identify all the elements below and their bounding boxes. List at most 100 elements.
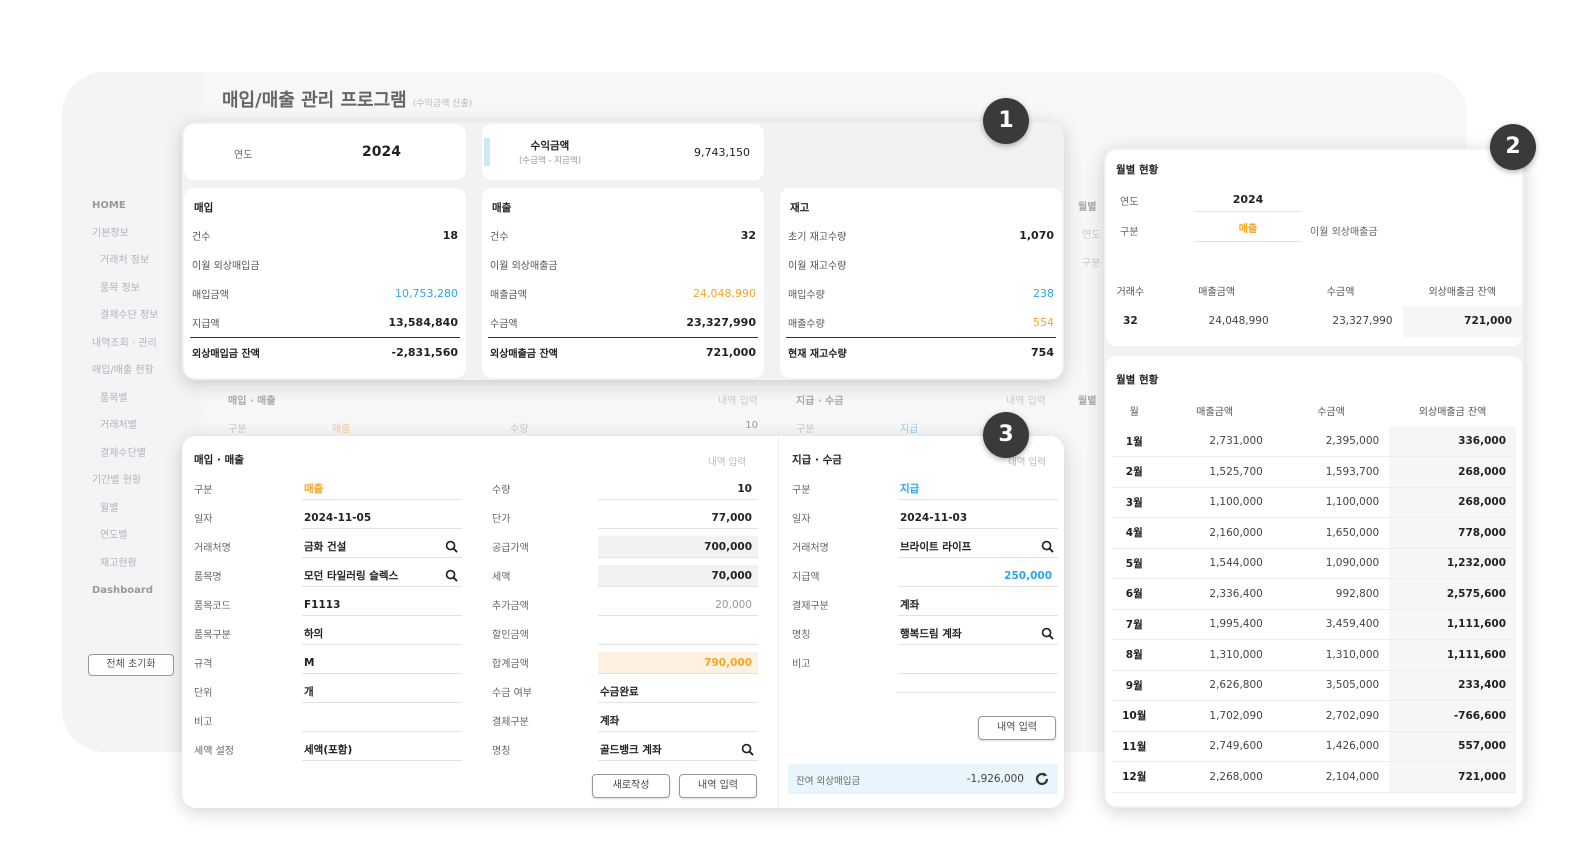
field-value[interactable]: 브라이트 라이프 [898, 536, 1058, 558]
field-value[interactable]: 2024-11-03 [898, 507, 1058, 529]
stock-row: 초기 재고수량 1,070 [780, 221, 1062, 250]
ghost-tx-kind-label: 구분 [228, 424, 247, 435]
field-value[interactable]: 계좌 [898, 594, 1058, 616]
field-value[interactable]: 250,000 [898, 565, 1058, 587]
table-cell: 4월 [1112, 517, 1157, 549]
field-label: 공급가액 [492, 543, 529, 554]
field-value[interactable]: 70,000 [598, 564, 758, 587]
search-icon[interactable] [1041, 540, 1054, 553]
field-label: 품목명 [194, 572, 222, 583]
sidebar-item[interactable]: 결제수단 정보 [92, 310, 192, 338]
ghost-transaction-header: 매입 · 매출 내역 입력 구분 매출 수량 10 [228, 392, 758, 435]
ghost-tx-qty: 10 [745, 420, 758, 431]
table-row: 1월 2,731,000 2,395,000 336,000 [1112, 426, 1516, 457]
panel-divider [778, 436, 779, 808]
ghost-tx-title: 매입 · 매출 [228, 396, 276, 407]
sidebar-item[interactable]: Dashboard [92, 585, 192, 613]
payment-field: 명칭 행복드림 계좌 [792, 619, 1058, 648]
search-icon[interactable] [445, 569, 458, 582]
purchase-row-value: 13,584,840 [388, 316, 458, 329]
field-value[interactable]: M [302, 652, 462, 674]
field-value[interactable]: 790,000 [598, 651, 758, 674]
purchase-row-label: 건수 [192, 232, 211, 243]
sidebar-item[interactable]: 기본정보 [92, 228, 192, 256]
table-cell: 992,800 [1272, 578, 1390, 610]
table-cell: 1,100,000 [1156, 487, 1273, 518]
field-value[interactable]: 금화 건설 [302, 536, 462, 558]
search-icon[interactable] [445, 540, 458, 553]
sidebar-item[interactable]: 품목별 [92, 393, 192, 421]
year-card: 연도 2024 [184, 124, 466, 180]
payment-field: 지급액 250,000 [792, 561, 1058, 590]
table-cell: 1,525,700 [1156, 456, 1273, 488]
sidebar-item[interactable]: 기간별 현황 [92, 475, 192, 503]
field-value[interactable]: 계좌 [598, 710, 758, 732]
field-label: 규격 [194, 659, 213, 670]
field-value[interactable]: 수금완료 [598, 681, 758, 703]
purchase-row-label: 지급액 [192, 319, 220, 330]
sales-row-value: 23,327,990 [686, 316, 756, 329]
transaction-submit-button[interactable]: 내역 입력 [679, 774, 757, 798]
field-value[interactable] [898, 652, 1058, 674]
payment-field: 결제구분 계좌 [792, 590, 1058, 619]
sales-card: 매출 건수 32 이월 외상매출금 매출금액 24,048,990 수금액 23,327,99… [482, 188, 764, 378]
field-value[interactable] [598, 623, 758, 645]
transaction-field: 규격 M [194, 648, 462, 677]
field-value[interactable]: 10 [598, 478, 758, 500]
ghost-tx-link: 내역 입력 [718, 396, 758, 407]
refresh-icon[interactable] [1034, 771, 1050, 787]
field-value[interactable]: 하의 [302, 623, 462, 645]
entry-panel: 매입 · 매출 내역 입력 구분 매출 일자 2024-11-05 거래처명 금화 건설 품… [182, 436, 1064, 808]
purchase-total-label: 외상매입금 잔액 [192, 348, 260, 360]
table-cell: 1,100,000 [1272, 487, 1390, 518]
table-cell: 2,160,000 [1156, 517, 1273, 549]
transaction-field: 세액 70,000 [492, 561, 758, 590]
transaction-title: 매입 · 매출 [194, 454, 244, 466]
field-value[interactable]: 매출 [302, 478, 462, 500]
field-value[interactable]: 개 [302, 681, 462, 703]
field-value[interactable]: 지급 [898, 478, 1058, 500]
year-label: 연도 [234, 150, 253, 161]
monthly-kind-value[interactable]: 매출 [1194, 218, 1302, 242]
sidebar-item[interactable]: 내역조회 · 관리 [92, 338, 192, 366]
sidebar-item[interactable]: 거래처 정보 [92, 255, 192, 283]
field-value[interactable]: 골드뱅크 계좌 [598, 739, 758, 761]
field-value[interactable]: 2024-11-05 [302, 507, 462, 529]
monthly-year-label: 연도 [1120, 197, 1139, 208]
field-value[interactable]: 행복드림 계좌 [898, 623, 1058, 645]
table-cell: -766,600 [1389, 700, 1516, 732]
field-label: 합계금액 [492, 659, 529, 670]
field-value[interactable]: 세액(포함) [302, 739, 462, 761]
badge-1: 1 [983, 98, 1029, 144]
field-value[interactable]: F1113 [302, 594, 462, 616]
search-icon[interactable] [741, 743, 754, 756]
field-value[interactable]: 20,000 [598, 594, 758, 616]
sales-row: 이월 외상매출금 [482, 250, 764, 279]
search-icon[interactable] [1041, 627, 1054, 640]
sidebar-item[interactable]: HOME [92, 200, 192, 228]
sidebar-item[interactable]: 품목 정보 [92, 283, 192, 311]
sidebar-item[interactable]: 재고현황 [92, 558, 192, 586]
reset-all-button[interactable]: 전체 초기화 [88, 654, 174, 676]
field-label: 일자 [792, 514, 811, 525]
sidebar-item[interactable]: 연도별 [92, 530, 192, 558]
sidebar-item[interactable]: 월별 [92, 503, 192, 531]
transaction-entry-link[interactable]: 내역 입력 [708, 454, 746, 468]
balance-label: 잔여 외상매입금 [796, 776, 861, 787]
transaction-field: 명칭 골드뱅크 계좌 [492, 735, 758, 764]
sidebar-item[interactable]: 매입/매출 현황 [92, 365, 192, 393]
new-entry-button[interactable]: 새로작성 [592, 774, 670, 798]
stock-row-label: 초기 재고수량 [788, 232, 847, 243]
summary-header: 수금액 [1326, 286, 1355, 298]
table-cell: 268,000 [1389, 456, 1516, 488]
field-value[interactable]: 모던 타일러링 슬렉스 [302, 565, 462, 587]
monthly-year-value[interactable]: 2024 [1194, 188, 1302, 212]
table-row: 10월 1,702,090 2,702,090 -766,600 [1112, 700, 1516, 732]
field-value[interactable]: 700,000 [598, 535, 758, 558]
field-value[interactable]: 77,000 [598, 507, 758, 529]
payment-submit-button[interactable]: 내역 입력 [978, 716, 1056, 740]
table-row: 3월 1,100,000 1,100,000 268,000 [1112, 487, 1516, 518]
sidebar-item[interactable]: 거래처별 [92, 420, 192, 448]
sidebar-item[interactable]: 결제수단별 [92, 448, 192, 476]
field-value[interactable] [302, 710, 462, 732]
